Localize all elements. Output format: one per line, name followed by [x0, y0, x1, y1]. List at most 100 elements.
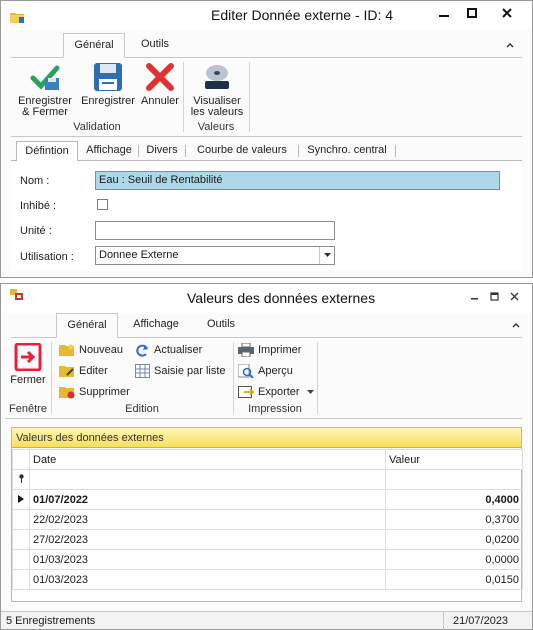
edit-button[interactable]: Editer	[59, 362, 108, 380]
tab-value-curve[interactable]: Courbe de valeurs	[187, 141, 297, 161]
close-icon	[502, 8, 512, 18]
collapse-ribbon-icon[interactable]	[504, 39, 516, 51]
disk-drive-icon	[205, 65, 229, 89]
table-row[interactable]: 27/02/2023 0,0200	[12, 529, 523, 550]
new-label: Nouveau	[79, 344, 124, 356]
list-entry-button[interactable]: Saisie par liste	[135, 362, 226, 380]
unit-field[interactable]	[95, 221, 335, 240]
cell-date[interactable]: 27/02/2023	[29, 529, 386, 550]
column-header-value[interactable]: Valeur	[385, 449, 523, 470]
tab-separator	[298, 145, 299, 157]
close-window-button[interactable]	[504, 286, 524, 306]
maximize-button[interactable]	[457, 3, 487, 23]
list-entry-label: Saisie par liste	[154, 365, 226, 377]
group-separator	[249, 62, 250, 132]
close-window-button[interactable]	[492, 3, 522, 23]
tab-display[interactable]: Affichage	[81, 141, 137, 161]
tab-central-sync[interactable]: Synchro. central	[300, 141, 394, 161]
close-form-button[interactable]: Fermer	[7, 343, 49, 386]
values-titlebar: Valeurs des données externes	[1, 284, 532, 313]
definition-form: Nom : Eau : Seuil de Rentabilité Inhibé …	[11, 161, 522, 271]
cell-value[interactable]: 0,4000	[385, 489, 523, 510]
tab-tools[interactable]: Outils	[129, 33, 181, 57]
chevron-down-icon[interactable]	[306, 389, 314, 395]
view-values-button[interactable]: Visualiser les valeurs	[187, 62, 247, 118]
save-button[interactable]: Enregistrer	[77, 62, 139, 107]
inhibited-checkbox[interactable]	[97, 199, 108, 210]
new-button[interactable]: Nouveau	[59, 341, 123, 359]
print-button[interactable]: Imprimer	[238, 341, 301, 359]
editor-form-tabs: Défintion Affichage Divers Courbe de val…	[11, 141, 522, 162]
current-row-arrow-icon	[18, 494, 24, 503]
edit-label: Editer	[79, 365, 108, 377]
values-table-body: 01/07/2022 0,4000 22/02/2023 0,3700 27/02/20…	[12, 489, 523, 590]
values-table: Date Valeur 01/07/2022 0,4000 22/02/2023 0,…	[12, 449, 523, 590]
grid-caption: Valeurs des données externes	[12, 428, 521, 448]
row-indicator	[12, 489, 30, 510]
tab-display[interactable]: Affichage	[122, 313, 190, 337]
table-row[interactable]: 22/02/2023 0,3700	[12, 509, 523, 530]
tab-separator	[185, 145, 186, 157]
indicator-header	[12, 449, 30, 470]
collapse-ribbon-icon[interactable]	[510, 319, 522, 331]
cell-date[interactable]: 01/03/2023	[29, 569, 386, 590]
cell-date[interactable]: 01/03/2023	[29, 549, 386, 570]
filter-cell-date[interactable]	[29, 469, 386, 490]
status-bar: 5 Enregistrements 21/07/2023	[1, 611, 532, 630]
editor-title: Editer Donnée externe - ID: 4	[211, 7, 394, 23]
editor-ribbon-tabs: Général Outils	[11, 33, 522, 58]
table-row[interactable]: 01/03/2023 0,0150	[12, 569, 523, 590]
save-label: Enregistrer	[81, 95, 135, 107]
group-label-printing: Impression	[248, 403, 302, 415]
minimize-button[interactable]	[464, 286, 484, 306]
usage-select[interactable]: Donnee Externe	[95, 246, 335, 265]
values-window: Valeurs des données externes Général Aff…	[0, 283, 533, 630]
row-indicator	[12, 549, 30, 570]
preview-label: Aperçu	[258, 365, 293, 377]
cell-date[interactable]: 22/02/2023	[29, 509, 386, 530]
row-indicator	[12, 509, 30, 530]
values-title: Valeurs des données externes	[187, 290, 376, 306]
view-values-label-2: les valeurs	[190, 106, 244, 118]
values-ribbon: Fermer Nouveau Editer Supprimer Actualis…	[5, 338, 522, 419]
export-button[interactable]: Exporter	[238, 383, 314, 401]
values-ribbon-tabs: Général Affichage Outils	[11, 313, 522, 338]
cancel-button[interactable]: Annuler	[141, 62, 179, 107]
name-field[interactable]: Eau : Seuil de Rentabilité	[95, 171, 500, 190]
tab-tools[interactable]: Outils	[194, 313, 248, 337]
delete-label: Supprimer	[79, 386, 130, 398]
cell-value[interactable]: 0,0000	[385, 549, 523, 570]
column-header-date[interactable]: Date	[29, 449, 386, 470]
refresh-label: Actualiser	[154, 344, 203, 356]
cell-value[interactable]: 0,0150	[385, 569, 523, 590]
cancel-icon	[146, 63, 174, 91]
floppy-disk-icon	[94, 63, 122, 91]
filter-row	[12, 469, 523, 490]
row-indicator	[12, 529, 30, 550]
name-label: Nom :	[20, 175, 50, 187]
cell-value[interactable]: 0,0200	[385, 529, 523, 550]
tab-definition[interactable]: Défintion	[16, 141, 78, 162]
filter-row-indicator	[12, 469, 30, 490]
table-row[interactable]: 01/03/2023 0,0000	[12, 549, 523, 570]
restore-button[interactable]	[484, 286, 504, 306]
status-separator	[443, 612, 444, 630]
table-row[interactable]: 01/07/2022 0,4000	[12, 489, 523, 510]
group-label-validation: Validation	[73, 121, 121, 133]
dropdown-arrow-icon[interactable]	[319, 247, 334, 264]
save-close-button[interactable]: Enregistrer & Fermer	[15, 62, 75, 118]
row-indicator	[12, 569, 30, 590]
tab-general[interactable]: Général	[63, 33, 125, 58]
filter-cell-value[interactable]	[385, 469, 523, 490]
tab-general[interactable]: Général	[56, 313, 118, 338]
tab-misc[interactable]: Divers	[140, 141, 184, 161]
refresh-button[interactable]: Actualiser	[135, 341, 202, 359]
export-icon	[238, 386, 254, 399]
delete-button[interactable]: Supprimer	[59, 383, 130, 401]
preview-button[interactable]: Aperçu	[238, 362, 293, 380]
status-date: 21/07/2023	[453, 615, 509, 627]
values-grid-panel: Valeurs des données externes Date Valeur…	[11, 427, 523, 602]
cell-value[interactable]: 0,3700	[385, 509, 523, 530]
cell-date[interactable]: 01/07/2022	[29, 489, 386, 510]
minimize-button[interactable]	[429, 3, 459, 23]
